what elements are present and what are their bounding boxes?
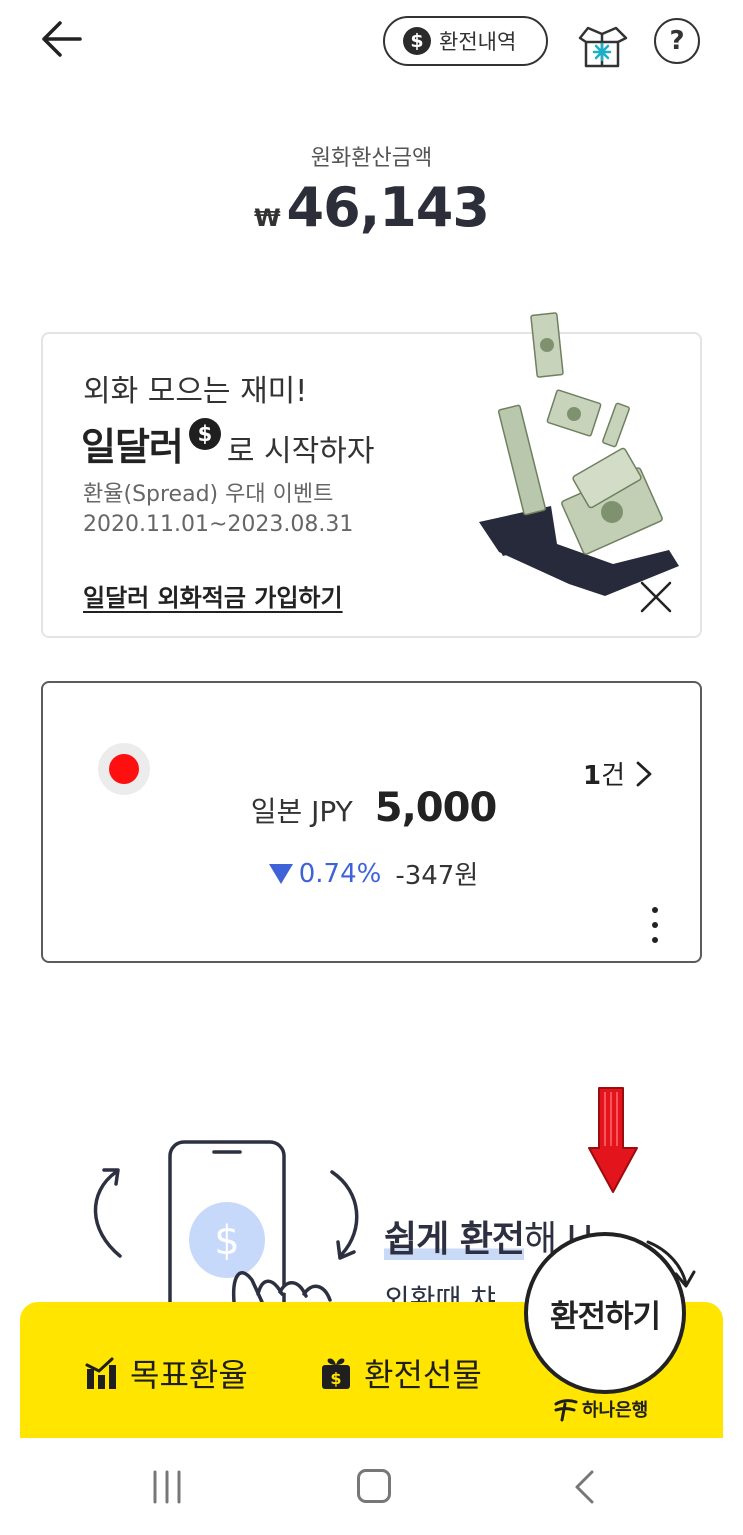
currency-name: 일본 JPY [250, 795, 353, 828]
promo-period: 2020.11.01~2023.08.31 [83, 512, 354, 537]
exchange-gift-button[interactable]: $ 환전선물 [318, 1350, 482, 1396]
exchange-history-label: 환전내역 [439, 30, 517, 54]
svg-text:$: $ [330, 1369, 341, 1388]
change-rate: 0.74% [268, 858, 382, 889]
currency-change: 0.74% -347원 [43, 855, 704, 892]
promo-signup-link[interactable]: 일달러 외화적금 가입하기 [83, 578, 343, 613]
recent-apps-icon[interactable] [150, 1470, 184, 1504]
exchange-gift-label: 환전선물 [364, 1356, 482, 1394]
hana-bank-icon [554, 1399, 578, 1422]
krw-total-amount: 46,143 [286, 176, 490, 239]
gift-icon: $ [322, 1358, 350, 1389]
bar-chart-icon [85, 1357, 116, 1389]
gift-box-icon [578, 26, 628, 68]
home-icon[interactable] [357, 1469, 391, 1503]
target-rate-button[interactable]: 목표환율 [84, 1350, 248, 1396]
more-options-button[interactable] [643, 907, 667, 943]
dot [652, 937, 658, 943]
red-arrow-down-icon [588, 1087, 638, 1193]
money-bill-illustration [530, 312, 564, 378]
jpy-account-card[interactable]: 1건 일본 JPY 5,000 0.74% -347원 [41, 681, 702, 963]
dollar-circle-icon: $ [188, 418, 221, 450]
currency-balance: 일본 JPY 5,000 [43, 785, 704, 831]
bank-name: 하나은행 [582, 1400, 649, 1421]
chevron-right-icon [636, 761, 652, 786]
svg-text:$: $ [214, 1218, 239, 1264]
flag-red-circle [109, 754, 139, 784]
gift-box-button[interactable] [566, 22, 638, 70]
krw-total: ₩ 46,143 [0, 176, 743, 239]
promo-title-tail: 로 시작하자 [226, 434, 375, 469]
promo-brand: 일달러 [81, 425, 184, 469]
circular-arrow-icon [646, 1240, 696, 1288]
promo-banner[interactable]: 외화 모으는 재미! 일달러 $ 로 시작하자 환율(Spread) 우대 이벤… [41, 332, 702, 638]
dot [652, 907, 658, 913]
currency-amount: 5,000 [374, 785, 498, 831]
change-rate-value: 0.74% [298, 858, 382, 889]
exchange-history-button[interactable]: $ 환전내역 [383, 16, 548, 66]
dollar-circle-icon: $ [403, 27, 431, 55]
triangle-down-icon [268, 863, 293, 884]
ad-title-highlight: 쉽게 환전 [384, 1219, 525, 1260]
krw-total-label: 원화환산금액 [310, 146, 433, 171]
promo-title: 일달러 $ 로 시작하자 [81, 416, 374, 471]
won-sign: ₩ [254, 204, 281, 232]
target-rate-label: 목표환율 [130, 1356, 248, 1394]
arrow-left-icon [42, 21, 82, 57]
change-amount: -347원 [395, 861, 479, 891]
promo-subtitle: 환율(Spread) 우대 이벤트 [83, 482, 334, 507]
help-button[interactable]: ? [654, 18, 700, 64]
close-icon[interactable] [639, 580, 673, 614]
dot [652, 922, 658, 928]
nav-back-icon[interactable] [572, 1469, 596, 1505]
back-button[interactable] [36, 16, 86, 62]
system-navigation-bar [0, 1438, 743, 1535]
promo-headline: 외화 모으는 재미! [83, 374, 308, 409]
hana-bank-logo: 하나은행 [552, 1396, 648, 1422]
